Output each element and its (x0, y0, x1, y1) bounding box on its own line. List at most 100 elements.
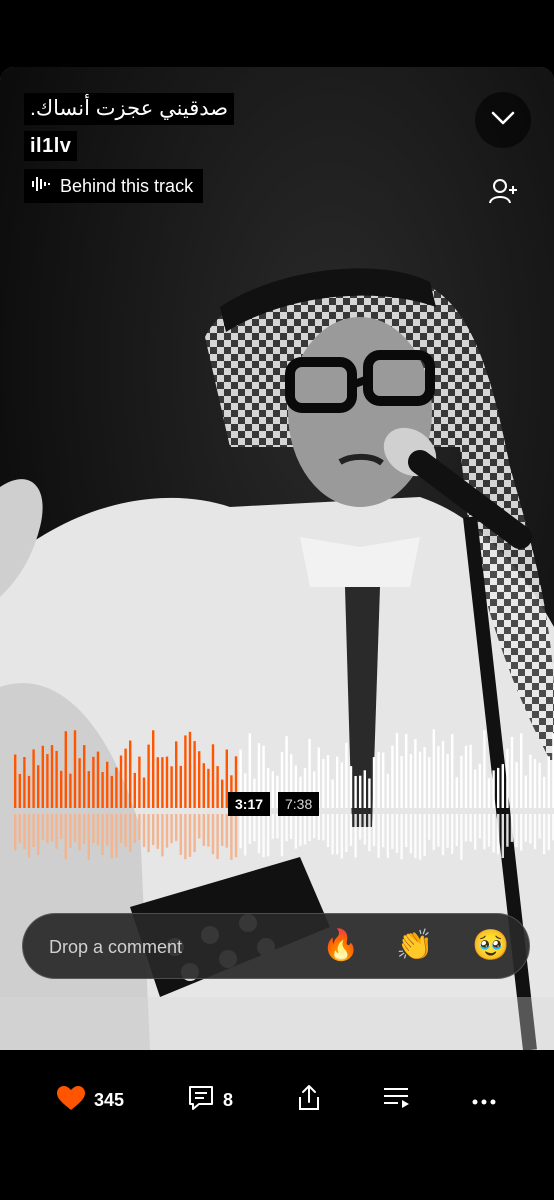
waveform-bar (533, 759, 537, 808)
waveform-bar (441, 741, 445, 808)
waveform-bar (198, 751, 201, 808)
waveform-reflection-bar (428, 814, 431, 840)
waveform-bar (487, 778, 491, 808)
waveform-reflection-bar (515, 814, 518, 848)
waveform-reflection-bar (69, 814, 72, 848)
queue-button[interactable] (382, 1084, 412, 1116)
waveform-bar (336, 756, 339, 808)
comment-input[interactable] (47, 914, 311, 980)
waveform-bar (78, 758, 81, 808)
waveform-bar (69, 773, 72, 808)
waveform-bar (83, 745, 86, 808)
waveform-bar (478, 763, 481, 808)
waveform-bar (87, 771, 90, 808)
waveform-reflection-bar (386, 814, 389, 858)
waveform-bar (138, 756, 141, 808)
waveform-bar (363, 770, 366, 808)
waveform-bar (101, 772, 104, 808)
waveform-bar (37, 765, 40, 808)
waveform-reflection-bar (73, 814, 77, 843)
comments-button[interactable]: 8 (187, 1084, 233, 1116)
waveform-reflection-bar (64, 814, 67, 860)
moved-reaction-button[interactable]: 🥹 (471, 926, 511, 966)
playlist-icon (382, 1085, 412, 1116)
waveform-reflection-bar (138, 814, 141, 840)
waveform-bar (193, 741, 196, 808)
current-time: 3:17 (228, 792, 271, 816)
waveform-reflection-bar (538, 814, 541, 839)
follow-artist-button[interactable] (487, 176, 521, 210)
share-button[interactable] (296, 1084, 322, 1116)
waveform-reflection-bar (391, 814, 394, 849)
waveform-bar (395, 732, 399, 808)
more-button[interactable] (472, 1084, 496, 1116)
waveform-bar (211, 744, 215, 808)
waveform-bar (106, 761, 109, 808)
waveform-reflection-bar (234, 814, 238, 858)
waveform-bar (124, 748, 127, 808)
waveform-reflection-bar (188, 814, 192, 857)
waveform-bar (14, 754, 17, 808)
waveform-reflection-bar (524, 814, 527, 842)
waveform-bar (520, 733, 523, 808)
waveform-bar (340, 762, 343, 808)
waveform-bar (349, 766, 353, 808)
collapse-player-button[interactable] (475, 92, 531, 148)
waveform-bar (377, 751, 380, 808)
waveform-bar (129, 740, 132, 808)
fire-reaction-button[interactable]: 🔥 (321, 926, 361, 966)
waveform-bar (55, 750, 58, 808)
waveform-reflection-bar (193, 814, 196, 853)
like-button[interactable]: 345 (56, 1084, 124, 1116)
waveform-bar (175, 741, 178, 808)
waveform-reflection-bar (211, 814, 215, 855)
follow-user-icon (489, 177, 519, 210)
waveform-reflection-bar (520, 814, 523, 851)
waveform-reflection-bar (106, 814, 109, 846)
waveform-bar (515, 762, 518, 808)
waveform-reflection-bar (280, 814, 284, 857)
waveform-bar (179, 765, 182, 808)
clap-reaction-button[interactable]: 👏 (395, 926, 435, 966)
waveform-reflection-bar (207, 814, 210, 847)
waveform-reflection-bar (533, 814, 537, 850)
waveform-reflection-bar (221, 814, 224, 846)
waveform-scrubber[interactable] (0, 720, 554, 870)
waveform-reflection-bar (198, 814, 201, 839)
waveform-reflection-bar (294, 814, 297, 849)
artist-name[interactable]: il1lv (24, 131, 78, 161)
waveform-reflection-bar (501, 814, 504, 858)
waveform-reflection-bar (60, 814, 63, 840)
waveform-bar (372, 757, 376, 808)
waveform-bar (152, 730, 155, 808)
total-time: 7:38 (278, 792, 320, 816)
waveform-reflection-bar (368, 814, 371, 852)
waveform-reflection-bar (331, 814, 334, 855)
waveform-reflection-bar (119, 814, 123, 844)
waveform-reflection-bar (41, 814, 44, 840)
waveform-reflection-bar (175, 814, 178, 841)
track-card (0, 67, 554, 1050)
waveform-bar (510, 736, 514, 808)
behind-this-track-button[interactable]: Behind this track (24, 169, 204, 203)
waveform-bar (529, 754, 532, 808)
behind-this-track-label: Behind this track (60, 176, 194, 196)
waveform-bar (188, 731, 192, 808)
waveform-bar (414, 739, 417, 808)
waveform-reflection-bar (244, 814, 247, 856)
waveform-bar (506, 748, 509, 808)
waveform-reflection-bar (409, 814, 412, 854)
waveform-reflection-bar (92, 814, 95, 844)
waveform-bar (133, 772, 136, 808)
waveform-bar (547, 756, 550, 808)
waveform-bar (110, 775, 113, 808)
waveform-reflection-bar (267, 814, 270, 857)
waveform-reflection-bar (18, 814, 21, 844)
waveform-reflection-bar (469, 814, 472, 842)
waveform-reflection-bar (27, 814, 31, 858)
waveform-bar (446, 753, 449, 808)
waveform-reflection-bar (405, 814, 408, 848)
track-title[interactable]: صدقيني عجزت أنساك. (24, 93, 235, 125)
waveform-reflection-bar (290, 814, 293, 840)
waveform-reflection-bar (115, 814, 118, 858)
